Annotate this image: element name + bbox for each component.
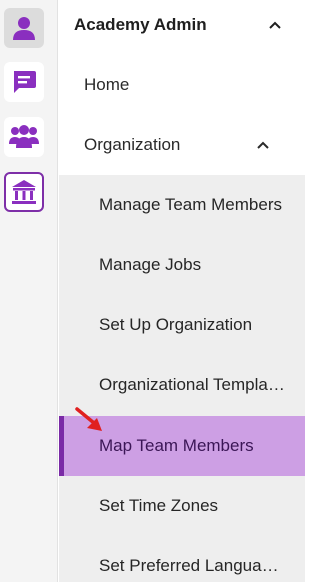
chevron-up-icon xyxy=(257,141,269,149)
sub-item-manage-jobs[interactable]: Manage Jobs xyxy=(59,235,305,295)
sub-item-set-up-organization[interactable]: Set Up Organization xyxy=(59,295,305,355)
chat-icon xyxy=(14,71,36,93)
academy-icon xyxy=(12,180,36,204)
sub-item-label: Map Team Members xyxy=(99,436,254,455)
nav-item-home[interactable]: Home xyxy=(59,55,305,115)
sub-item-label: Organizational Templates xyxy=(99,375,285,394)
person-icon xyxy=(13,17,35,40)
sub-item-manage-team-members[interactable]: Manage Team Members xyxy=(59,175,305,235)
sub-item-label: Set Preferred Languages xyxy=(99,556,285,575)
annotation-arrow-icon xyxy=(75,407,102,431)
profile-button[interactable] xyxy=(4,8,44,48)
sub-item-set-time-zones[interactable]: Set Time Zones xyxy=(59,476,305,536)
academy-admin-header[interactable]: Academy Admin xyxy=(59,0,305,50)
nav-panel: Academy Admin Home Organization Manage T… xyxy=(59,0,305,582)
chat-button[interactable] xyxy=(4,62,44,102)
organization-submenu: Manage Team Members Manage Jobs Set Up O… xyxy=(59,175,305,582)
app: Academy Admin Home Organization Manage T… xyxy=(0,0,305,582)
nav-item-label: Home xyxy=(84,75,130,94)
nav-header-title: Academy Admin xyxy=(74,15,207,34)
sub-item-set-preferred-languages[interactable]: Set Preferred Languages xyxy=(59,536,305,582)
people-icon xyxy=(9,125,39,148)
nav-item-label: Organization xyxy=(84,135,181,154)
sub-item-label: Manage Team Members xyxy=(99,195,282,214)
icon-rail xyxy=(0,0,58,582)
sub-item-label: Set Up Organization xyxy=(99,315,253,334)
nav-item-organization[interactable]: Organization xyxy=(59,115,305,175)
academy-button[interactable] xyxy=(4,172,44,212)
team-button[interactable] xyxy=(4,117,44,157)
sub-item-label: Manage Jobs xyxy=(99,255,202,274)
sub-item-label: Set Time Zones xyxy=(99,496,219,515)
chevron-up-icon xyxy=(269,21,281,29)
